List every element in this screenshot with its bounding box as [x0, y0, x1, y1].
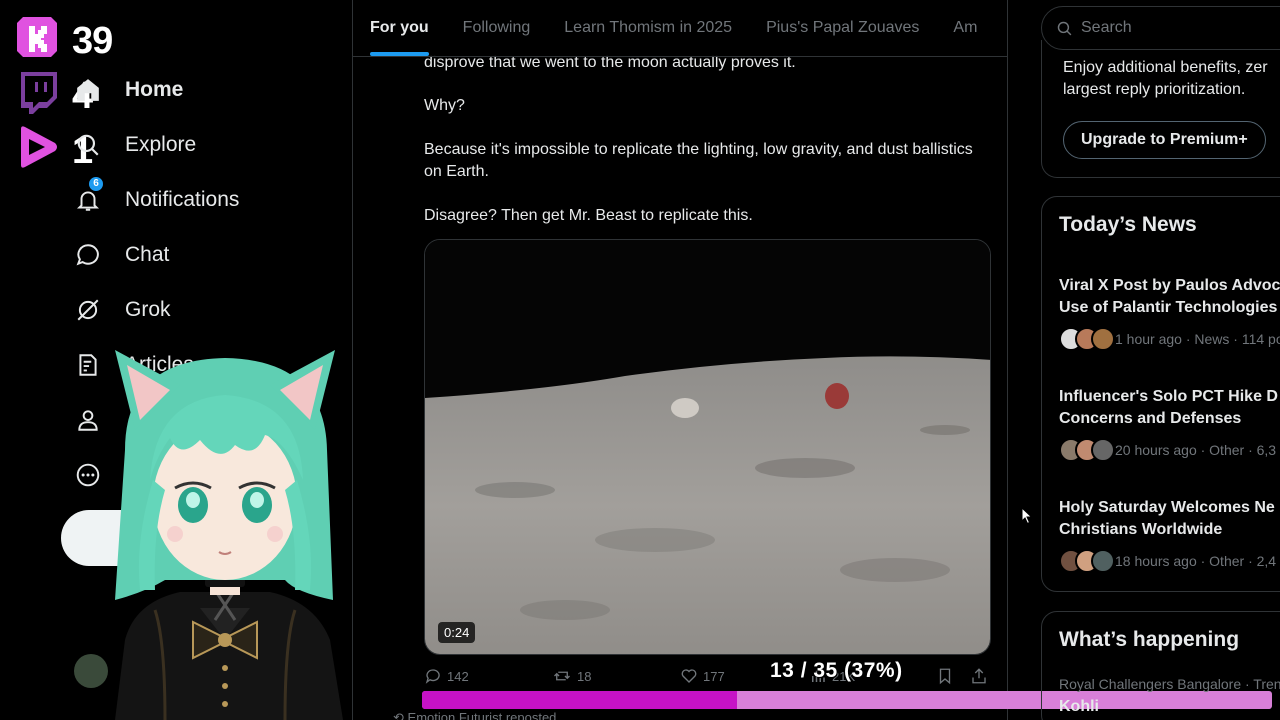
news-meta: 1 hour ago · News · 114 po	[1115, 331, 1280, 347]
news-headline: Holy Saturday Welcomes Ne Christians Wor…	[1059, 499, 1275, 538]
whats-happening-card: What’s happening Royal Challengers Banga…	[1041, 611, 1280, 720]
repost-button[interactable]: 18	[552, 667, 591, 685]
news-avatars	[1059, 549, 1115, 573]
share-icon	[972, 668, 986, 684]
tab-label: Am	[953, 19, 978, 36]
news-meta-row: 1 hour ago · News · 114 po	[1059, 327, 1280, 351]
search-input[interactable]: Search	[1041, 6, 1280, 50]
trend-category: Royal Challengers Bangalore · Tren	[1059, 676, 1280, 692]
share-button[interactable]	[970, 667, 988, 685]
news-avatars	[1059, 438, 1115, 462]
search-placeholder: Search	[1081, 19, 1132, 36]
explore-icon	[70, 127, 106, 163]
mouse-cursor-icon	[1021, 507, 1033, 525]
reply-icon	[425, 669, 440, 684]
youtube-play-icon	[14, 124, 60, 170]
nav-label-explore: Explore	[125, 132, 197, 156]
main-timeline: disprove that we went to the moon actual…	[352, 0, 1008, 720]
trend-name[interactable]: Kohli	[1059, 698, 1099, 716]
post-paragraph: Disagree? Then get Mr. Beast to replicat…	[424, 207, 753, 224]
tab-truncated[interactable]: Am	[936, 0, 994, 56]
twitch-icon	[14, 69, 60, 115]
tab-for-you[interactable]: For you	[353, 0, 446, 56]
post-body: disprove that we went to the moon actual…	[424, 52, 984, 249]
repost-count: 18	[577, 668, 592, 684]
vtuber-avatar	[115, 350, 343, 720]
progress-bar-fill	[422, 691, 737, 709]
news-meta: 18 hours ago · Other · 2,4	[1115, 553, 1277, 569]
nav-item-notifications[interactable]: 6 Notifications	[70, 172, 340, 227]
tab-label: Following	[462, 19, 531, 36]
nav-item-chat[interactable]: Chat	[70, 227, 340, 282]
grok-icon	[70, 292, 106, 328]
moon-surface-video-frame	[425, 240, 990, 654]
notification-count-badge: 6	[88, 175, 104, 192]
whats-happening-title: What’s happening	[1059, 628, 1240, 651]
video-duration: 0:24	[438, 622, 476, 643]
next-post-repost-line: ⟲ Emotion Futurist reposted	[393, 710, 556, 720]
premium-description: Enjoy additional benefits, zer largest r…	[1063, 57, 1280, 101]
nav-label-home: Home	[125, 77, 184, 101]
nav-label-chat: Chat	[125, 242, 170, 266]
nav-label-grok: Grok	[125, 297, 171, 321]
premium-upsell-card: Enjoy additional benefits, zer largest r…	[1041, 40, 1280, 178]
tab-learn-thomism[interactable]: Learn Thomism in 2025	[547, 0, 749, 56]
timeline-tabs: For you Following Learn Thomism in 2025 …	[353, 0, 1007, 57]
home-icon	[70, 72, 106, 108]
repost-small-icon: ⟲	[393, 710, 404, 720]
kick-viewer-count: 39	[72, 20, 113, 62]
post-video[interactable]: 0:24	[424, 239, 991, 655]
news-headline: Viral X Post by Paulos Advoc Use of Pala…	[1059, 277, 1280, 316]
reply-count: 142	[447, 668, 469, 684]
news-meta: 20 hours ago · Other · 6,3	[1115, 442, 1277, 458]
tab-label: Learn Thomism in 2025	[564, 19, 733, 36]
news-meta-row: 20 hours ago · Other · 6,3	[1059, 438, 1280, 462]
premium-line-1: Enjoy additional benefits, zer	[1063, 59, 1268, 76]
tab-label: Pius's Papal Zouaves	[766, 19, 920, 36]
like-count: 177	[703, 668, 725, 684]
nav-item-grok[interactable]: Grok	[70, 282, 340, 337]
tab-label: For you	[370, 19, 429, 36]
bookmark-icon	[939, 668, 951, 685]
todays-news-card: Today’s News Viral X Post by Paulos Advo…	[1041, 196, 1280, 592]
progress-label: 13 / 35 (37%)	[770, 659, 903, 682]
post-paragraph: Why?	[424, 97, 465, 114]
chat-icon	[70, 237, 106, 273]
news-headline: Influencer's Solo PCT Hike D Concerns an…	[1059, 388, 1278, 427]
todays-news-title: Today’s News	[1059, 213, 1197, 236]
right-sidebar: Enjoy additional benefits, zer largest r…	[1008, 0, 1280, 720]
reply-button[interactable]: 142	[424, 667, 469, 685]
kick-icon	[14, 14, 60, 60]
reposted-suffix: reposted	[505, 710, 557, 720]
repost-icon	[554, 671, 570, 681]
bell-icon: 6	[70, 175, 106, 218]
upgrade-premium-button[interactable]: Upgrade to Premium+	[1063, 121, 1266, 159]
news-item[interactable]: Viral X Post by Paulos Advoc Use of Pala…	[1059, 275, 1280, 351]
nav-label-notifications: Notifications	[125, 187, 240, 211]
nav-item-home[interactable]: Home	[70, 62, 340, 117]
tab-papal-zouaves[interactable]: Pius's Papal Zouaves	[749, 0, 936, 56]
heart-icon	[681, 669, 697, 683]
search-icon	[1057, 21, 1072, 35]
news-item[interactable]: Holy Saturday Welcomes Ne Christians Wor…	[1059, 497, 1280, 573]
tab-following[interactable]: Following	[446, 0, 548, 56]
post-actions: 142 18 177 21K	[424, 667, 991, 691]
reposted-by-name[interactable]: Emotion Futurist	[408, 710, 503, 720]
premium-line-2: largest reply prioritization.	[1063, 81, 1246, 98]
nav-item-explore[interactable]: Explore	[70, 117, 340, 172]
like-button[interactable]: 177	[680, 667, 725, 685]
news-meta-row: 18 hours ago · Other · 2,4	[1059, 549, 1280, 573]
post-paragraph: Because it's impossible to replicate the…	[424, 141, 973, 180]
stream-badges	[14, 14, 64, 179]
active-tab-indicator	[370, 52, 429, 56]
news-avatars	[1059, 327, 1115, 351]
news-item[interactable]: Influencer's Solo PCT Hike D Concerns an…	[1059, 386, 1280, 462]
bookmark-button[interactable]	[936, 667, 954, 685]
